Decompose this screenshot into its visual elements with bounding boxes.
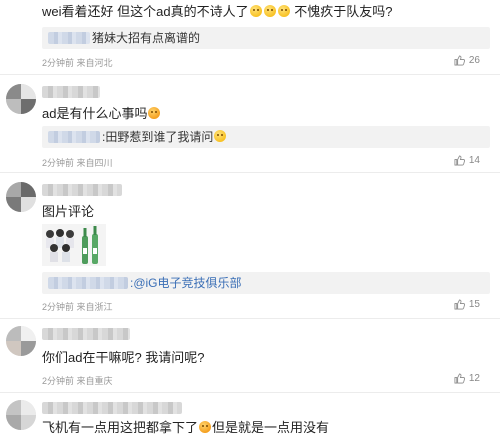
reply-box[interactable]: 猪妹大招有点离谱的	[42, 27, 490, 49]
divider	[0, 318, 500, 319]
smiley-emoji	[148, 107, 161, 119]
reply-box[interactable]: :田野惹到谁了我请问	[42, 126, 490, 148]
reply-username[interactable]	[48, 277, 128, 289]
comment-text-part: ad是有什么心事吗	[42, 106, 148, 121]
like-count: 12	[468, 373, 480, 384]
like-button[interactable]: 15	[454, 299, 480, 310]
avatar[interactable]	[6, 84, 36, 114]
username[interactable]	[42, 402, 182, 414]
comment-item: 飞机有一点用这把都拿下了 但是就是一点用没有	[0, 396, 500, 440]
comment-item: 你们ad在干嘛呢? 我请问呢? 2分钟前 来自重庆 12	[0, 322, 500, 392]
thumbs-up-icon	[454, 55, 465, 66]
comment-meta: 2分钟前 来自四川	[42, 158, 113, 168]
avatar[interactable]	[6, 400, 36, 430]
comment-text: 飞机有一点用这把都拿下了 但是就是一点用没有	[42, 420, 329, 436]
comment-item: wei看着还好 但这个ad真的不诗人了 不愧疚于队友吗? 猪妹大招有点离谱的 2…	[0, 0, 500, 78]
comment-text: 图片评论	[42, 204, 95, 219]
username[interactable]	[42, 328, 130, 340]
like-count: 26	[468, 55, 480, 66]
username[interactable]	[42, 86, 100, 98]
photo-thumbnail	[42, 224, 106, 266]
comment-text-part: 但是就是一点用没有	[212, 420, 330, 435]
smiley-emoji	[263, 5, 276, 17]
reply-text-content: :田野惹到谁了我请问	[102, 130, 214, 144]
avatar[interactable]	[6, 326, 36, 356]
thumbs-up-icon	[454, 299, 465, 310]
comment-item: ad是有什么心事吗 :田野惹到谁了我请问 2分钟前 来自四川 14	[0, 78, 500, 172]
username[interactable]	[42, 184, 122, 196]
comment-text: ad是有什么心事吗	[42, 106, 161, 122]
divider	[0, 74, 500, 75]
comment-text: 你们ad在干嘛呢? 我请问呢?	[42, 350, 205, 365]
thumbs-up-icon	[454, 155, 465, 166]
thumbs-up-icon	[454, 373, 465, 384]
smiley-emoji	[277, 5, 290, 17]
avatar[interactable]	[6, 182, 36, 212]
reply-mention-link[interactable]: :@iG电子竞技俱乐部	[130, 275, 242, 291]
like-count: 14	[468, 155, 480, 166]
comment-image[interactable]	[42, 224, 106, 266]
comment-text: wei看着还好 但这个ad真的不诗人了 不愧疚于队友吗?	[42, 4, 392, 20]
like-button[interactable]: 26	[454, 55, 480, 66]
reply-username[interactable]	[48, 131, 100, 143]
divider	[0, 392, 500, 393]
comment-meta: 2分钟前 来自浙江	[42, 302, 113, 312]
comment-text-part: wei看着还好 但这个ad真的不诗人了	[42, 4, 249, 19]
smiley-emoji	[199, 421, 212, 433]
divider	[0, 172, 500, 173]
reply-text: :田野惹到谁了我请问	[102, 129, 227, 145]
comment-text-part: 飞机有一点用这把都拿下了	[42, 420, 199, 435]
comment-meta: 2分钟前 来自河北	[42, 58, 113, 68]
comment-meta: 2分钟前 来自重庆	[42, 376, 113, 386]
reply-text: 猪妹大招有点离谱的	[92, 31, 201, 45]
like-button[interactable]: 14	[454, 155, 480, 166]
smiley-emoji	[249, 5, 262, 17]
like-count: 15	[468, 299, 480, 310]
reply-box[interactable]: :@iG电子竞技俱乐部	[42, 272, 490, 294]
reply-username[interactable]	[48, 32, 90, 44]
comment-text-part: 不愧疚于队友吗?	[294, 4, 393, 19]
comment-item: 图片评论 :@iG电子竞技俱乐部 2分钟前 来自浙江 15	[0, 176, 500, 316]
like-button[interactable]: 12	[454, 373, 480, 384]
smiley-emoji	[214, 130, 227, 142]
